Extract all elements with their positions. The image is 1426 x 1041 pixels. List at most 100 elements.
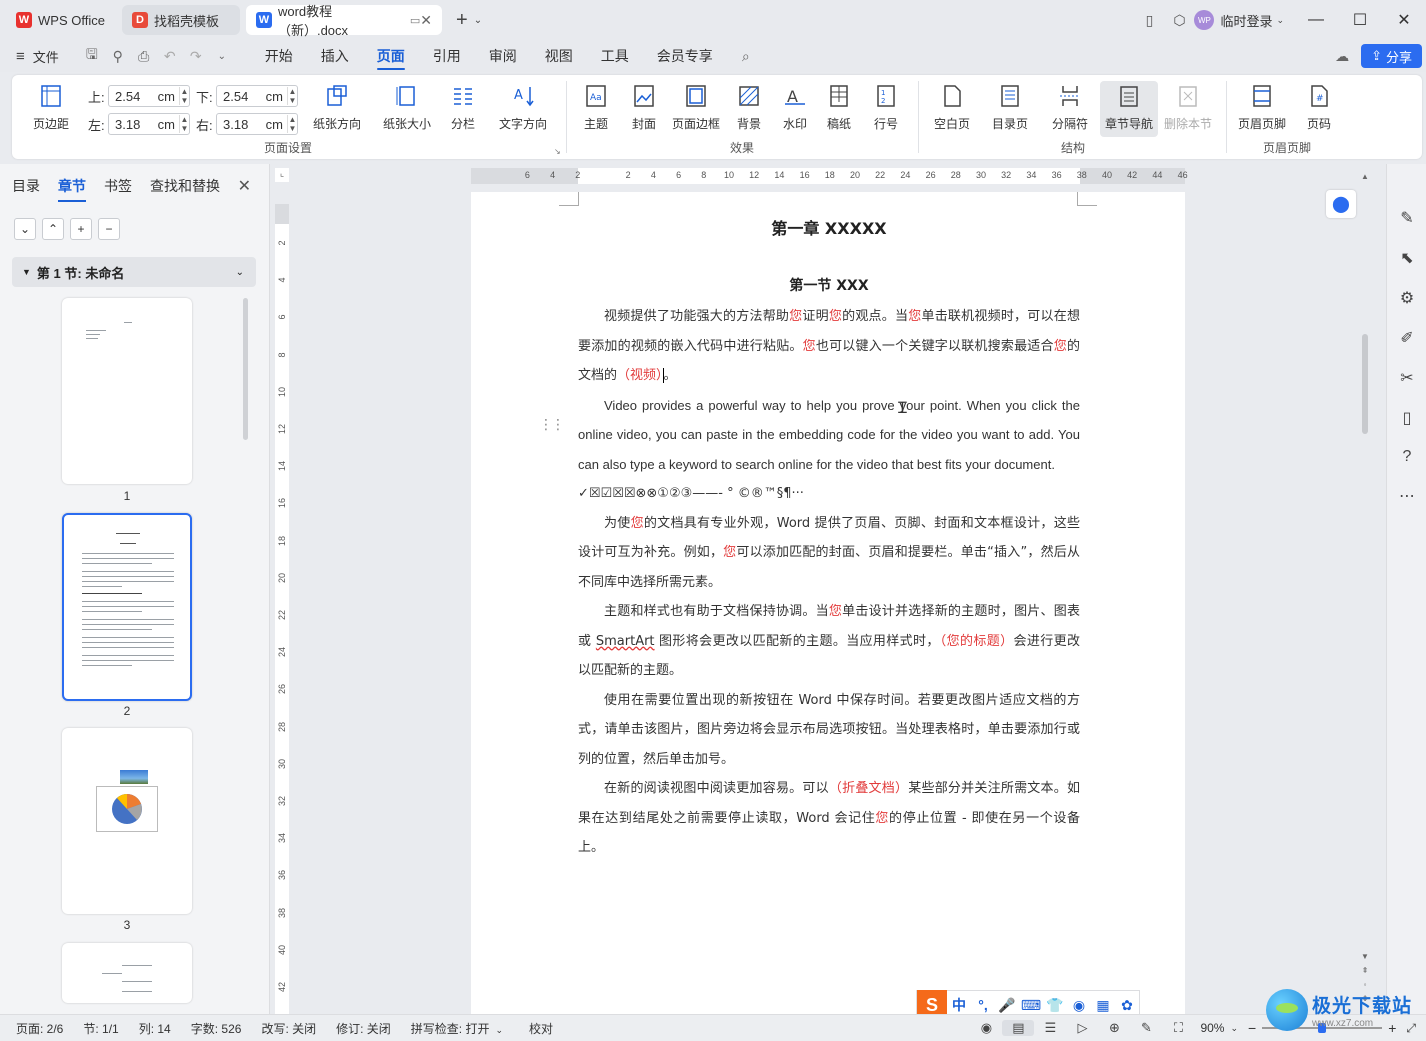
close-panel-icon[interactable]: ✕ [238, 176, 251, 196]
add-section-icon[interactable]: + [70, 218, 92, 240]
horizontal-ruler[interactable]: 6 4 2 2 4 6 8 10 12 14 16 18 20 22 24 26 28 30 32 34 36 38 40 4… [471, 168, 1188, 184]
avatar[interactable]: WP [1194, 10, 1215, 30]
section-status[interactable]: 节: 1/1 [73, 1020, 128, 1037]
skin-icon[interactable]: 👕 [1043, 997, 1067, 1014]
eye-icon[interactable]: ◉ [970, 1020, 1002, 1036]
ibeam-cursor-icon: Ɪ [898, 400, 907, 417]
tab-reference[interactable]: 引用 [419, 40, 475, 72]
chevron-down-icon[interactable]: ⌄ [1230, 1023, 1238, 1034]
tab-document[interactable]: W word教程（新）.docx ▭ ✕ [246, 4, 442, 38]
tab-label: WPS Office [38, 12, 105, 28]
menu-icon[interactable]: ≡ [16, 48, 25, 65]
zoom-out-icon[interactable]: − [1248, 1020, 1256, 1036]
print-preview-icon[interactable]: ⎙ [131, 48, 157, 65]
chevron-down-icon[interactable]: ⌄ [236, 267, 244, 278]
adjust-icon[interactable]: ⚙ [1387, 288, 1426, 308]
chevron-down-icon[interactable]: ⌄ [1276, 15, 1284, 26]
maximize-icon[interactable]: ☐ [1338, 10, 1382, 30]
share-button[interactable]: ⇪ 分享 [1361, 44, 1422, 68]
tab-section[interactable]: 章节 [58, 176, 86, 202]
collapse-icon[interactable]: ⌃ [42, 218, 64, 240]
drag-handle-icon[interactable]: ⋮⋮ [539, 416, 565, 433]
vertical-ruler[interactable]: 2 4 6 8 10 12 14 16 18 20 22 24 26 28 30 32 34 36 38 40 42 [275, 204, 289, 1014]
link-icon[interactable]: ⚲ [105, 48, 131, 65]
search-icon[interactable]: ⌕ [733, 48, 759, 65]
expand-icon[interactable]: ⌄ [14, 218, 36, 240]
dialog-launcher-icon[interactable]: ↘ [554, 147, 561, 156]
document-page[interactable]: ⋮⋮ 第一章 XXXXX 第一节 XXX 视频提供了功能强大的方法帮助您证明您的… [471, 192, 1185, 1014]
play-icon[interactable]: ▷ [1066, 1020, 1098, 1036]
fit-icon[interactable]: ⛶ [1162, 1020, 1194, 1036]
proof-status[interactable]: 校对 [513, 1020, 563, 1037]
outline-view-icon[interactable]: ☰ [1034, 1020, 1066, 1036]
scroll-down-icon[interactable]: ▼ [1360, 952, 1370, 961]
save-icon[interactable]: 🖫 [79, 44, 105, 68]
spellcheck-status[interactable]: 拼写检查: 打开 ⌄ [401, 1020, 513, 1037]
cube-icon[interactable]: ⬡ [1164, 12, 1194, 29]
ruler-corner-icon[interactable]: ⌞ [275, 168, 289, 182]
prev-page-icon[interactable]: ⇞ [1360, 966, 1370, 975]
tab-wps-office[interactable]: W WPS Office [6, 5, 116, 35]
ruler-number: 6 [676, 170, 682, 180]
page-thumbnail-2[interactable] [62, 513, 192, 701]
web-view-icon[interactable]: ⊕ [1098, 1020, 1130, 1036]
undo-icon[interactable]: ↶ [157, 48, 183, 65]
scroll-up-icon[interactable]: ▲ [1360, 172, 1370, 181]
document-scrollbar[interactable] [1362, 334, 1368, 434]
word-count[interactable]: 字数: 526 [181, 1020, 252, 1037]
tab-find-replace[interactable]: 查找和替换 [150, 176, 220, 196]
microphone-icon[interactable]: 🎤 [995, 997, 1019, 1014]
tab-member[interactable]: 会员专享 [643, 40, 727, 72]
close-tab-icon[interactable]: ✕ [420, 12, 432, 29]
panel-icon[interactable]: ▯ [1134, 12, 1164, 29]
help-icon[interactable]: ? [1387, 448, 1426, 466]
game-icon[interactable]: ◉ [1067, 997, 1091, 1014]
monitor-icon[interactable]: ▭ [410, 14, 420, 27]
page-thumbnail-4[interactable] [62, 943, 192, 1003]
close-window-icon[interactable]: ✕ [1382, 10, 1426, 30]
remove-section-icon[interactable]: − [98, 218, 120, 240]
ruler-number: 26 [277, 684, 287, 695]
tab-start[interactable]: 开始 [251, 40, 307, 72]
login-label[interactable]: 临时登录 [1220, 11, 1272, 30]
more-icon[interactable]: ⋯ [1387, 486, 1426, 506]
tab-template[interactable]: D 找稻壳模板 [122, 5, 240, 35]
tab-bookmark[interactable]: 书签 [104, 176, 132, 196]
minimize-icon[interactable]: — [1294, 11, 1338, 29]
pen-icon[interactable]: ✎ [1387, 208, 1426, 228]
chevron-down-icon[interactable]: ⌄ [209, 51, 235, 62]
section-header[interactable]: ▼ 第 1 节: 未命名 ⌄ [12, 257, 256, 287]
file-menu[interactable]: 文件 [33, 47, 59, 66]
keyboard-icon[interactable]: ⌨ [1019, 997, 1043, 1014]
page-thumbnail-1[interactable] [62, 298, 192, 484]
revision-status[interactable]: 修订: 关闭 [326, 1020, 401, 1037]
tools-icon[interactable]: ✂ [1387, 368, 1426, 388]
location-pin-icon[interactable]: ⬤ [1326, 190, 1356, 218]
brush-icon[interactable]: ✐ [1387, 328, 1426, 348]
page-view-icon[interactable]: ▤ [1002, 1020, 1035, 1036]
tab-review[interactable]: 审阅 [475, 40, 531, 72]
page-thumbnail-3[interactable] [62, 728, 192, 914]
tab-view[interactable]: 视图 [531, 40, 587, 72]
tab-toc[interactable]: 目录 [12, 176, 40, 196]
ruler-number: 18 [824, 170, 835, 180]
panel-scrollbar[interactable] [243, 298, 248, 440]
zoom-level[interactable]: 90% [1200, 1021, 1224, 1035]
chevron-down-icon[interactable]: ⌄ [474, 15, 482, 26]
punctuation-icon[interactable]: °, [971, 997, 995, 1013]
tab-tools[interactable]: 工具 [587, 40, 643, 72]
ime-mode[interactable]: 中 [947, 995, 971, 1015]
page-status[interactable]: 页面: 2/6 [0, 1020, 73, 1037]
cloud-icon[interactable]: ☁ [1329, 48, 1355, 65]
tab-page[interactable]: 页面 [363, 40, 419, 72]
overwrite-status[interactable]: 改写: 关闭 [251, 1020, 326, 1037]
redo-icon[interactable]: ↷ [183, 48, 209, 65]
book-icon[interactable]: ▯ [1387, 408, 1426, 428]
select-arrow-icon[interactable]: ⬉ [1387, 248, 1426, 268]
new-tab-icon[interactable]: + [456, 9, 468, 32]
pen-icon[interactable]: ✎ [1130, 1020, 1162, 1036]
apps-icon[interactable]: ▦ [1091, 997, 1115, 1014]
settings-icon[interactable]: ✿ [1115, 997, 1139, 1014]
tab-insert[interactable]: 插入 [307, 40, 363, 72]
column-status: 列: 14 [138, 1021, 171, 1036]
